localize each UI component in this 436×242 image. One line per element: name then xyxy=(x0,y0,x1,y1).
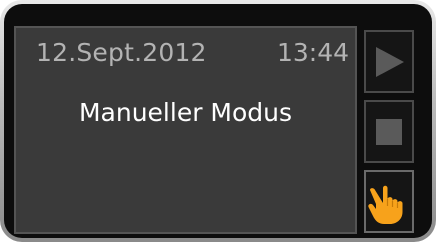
stop-button[interactable] xyxy=(364,100,414,163)
mode-label: Manueller Modus xyxy=(78,98,293,127)
manual-mode-button[interactable] xyxy=(364,170,414,233)
time-readout: 13:44 xyxy=(276,38,349,67)
status-display: 12.Sept.2012 13:44 Manueller Modus xyxy=(14,26,357,234)
device-frame: 12.Sept.2012 13:44 Manueller Modus xyxy=(4,4,432,238)
hand-pointer-icon xyxy=(368,185,403,224)
stop-icon xyxy=(376,118,402,145)
play-icon xyxy=(376,46,404,77)
play-button[interactable] xyxy=(364,30,414,93)
device-bezel: 12.Sept.2012 13:44 Manueller Modus xyxy=(0,0,436,242)
date-readout: 12.Sept.2012 xyxy=(36,38,207,67)
